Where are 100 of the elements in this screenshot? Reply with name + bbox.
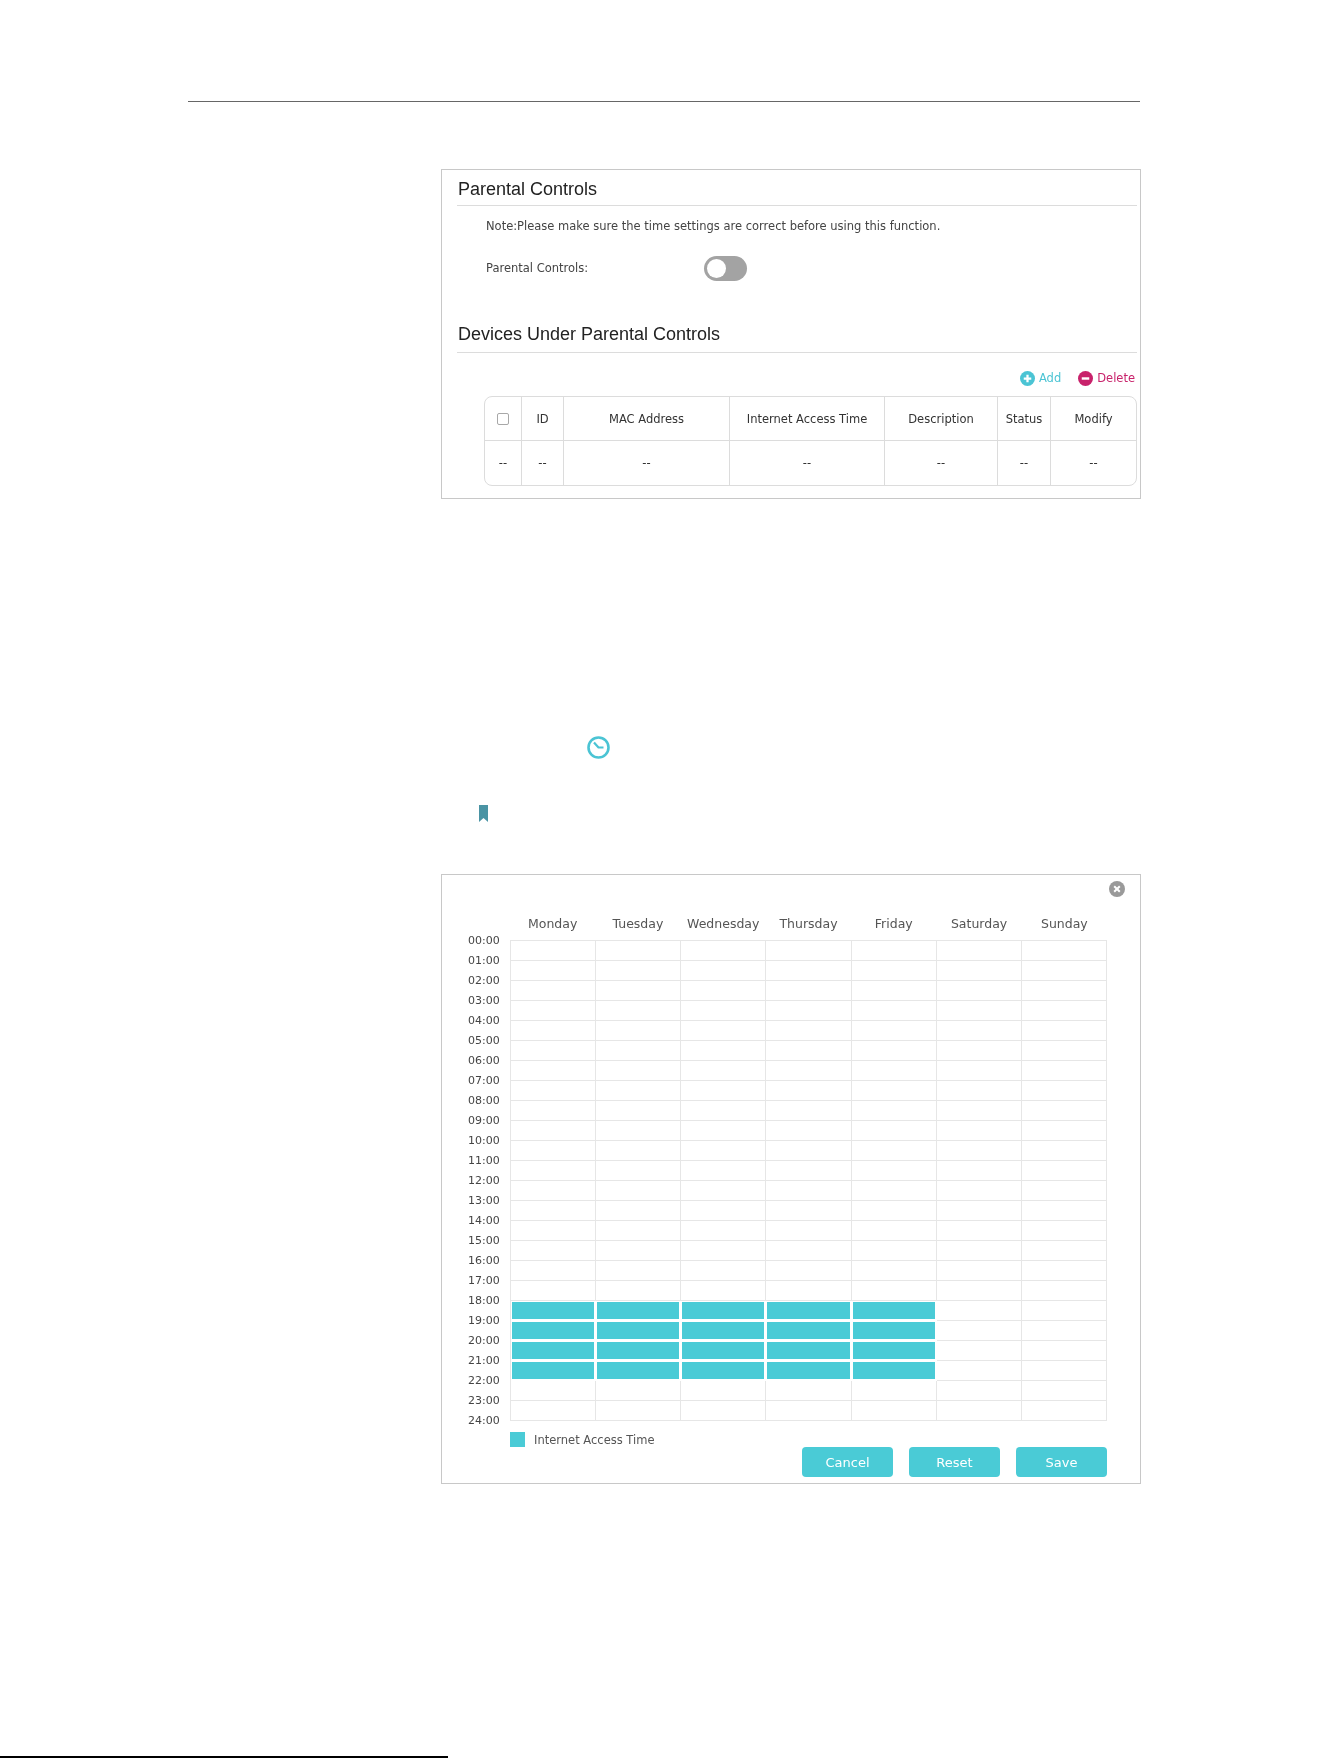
time-slot[interactable] xyxy=(936,1341,1022,1361)
time-slot[interactable] xyxy=(511,1221,597,1241)
time-slot[interactable] xyxy=(596,961,682,981)
time-slot[interactable] xyxy=(596,1121,682,1141)
time-slot[interactable] xyxy=(1021,1201,1107,1221)
time-slot[interactable] xyxy=(851,1081,937,1101)
time-slot[interactable] xyxy=(1021,1401,1107,1421)
checkbox[interactable] xyxy=(497,412,509,425)
time-slot[interactable] xyxy=(766,1121,852,1141)
time-slot[interactable] xyxy=(511,1061,597,1081)
time-slot[interactable] xyxy=(936,1381,1022,1401)
time-slot[interactable] xyxy=(851,1021,937,1041)
time-slot[interactable] xyxy=(681,1221,767,1241)
time-slot[interactable] xyxy=(936,1001,1022,1021)
time-slot[interactable] xyxy=(1021,961,1107,981)
time-slot[interactable] xyxy=(596,1381,682,1401)
time-slot[interactable] xyxy=(596,1141,682,1161)
time-slot[interactable] xyxy=(766,1141,852,1161)
time-slot[interactable] xyxy=(1021,1141,1107,1161)
time-slot[interactable] xyxy=(851,1261,937,1281)
time-slot[interactable] xyxy=(511,1001,597,1021)
time-slot[interactable] xyxy=(596,1261,682,1281)
time-slot[interactable] xyxy=(936,1021,1022,1041)
time-slot[interactable] xyxy=(851,941,937,961)
time-slot[interactable] xyxy=(596,1221,682,1241)
time-slot[interactable] xyxy=(596,1401,682,1421)
time-slot[interactable] xyxy=(1021,1381,1107,1401)
time-slot[interactable] xyxy=(851,981,937,1001)
time-slot[interactable] xyxy=(511,1241,597,1261)
time-slot[interactable] xyxy=(681,1061,767,1081)
time-slot[interactable] xyxy=(766,961,852,981)
time-slot[interactable] xyxy=(596,941,682,961)
toggle-switch[interactable] xyxy=(704,255,747,281)
time-slot[interactable] xyxy=(936,1061,1022,1081)
time-slot[interactable] xyxy=(936,1301,1022,1321)
time-slot[interactable] xyxy=(1021,1301,1107,1321)
time-slot[interactable] xyxy=(681,981,767,1001)
time-slot[interactable] xyxy=(681,961,767,981)
time-slot[interactable] xyxy=(851,1001,937,1021)
time-slot[interactable] xyxy=(936,1361,1022,1381)
time-slot[interactable] xyxy=(596,1281,682,1301)
time-slot[interactable] xyxy=(681,941,767,961)
time-slot[interactable] xyxy=(851,1241,937,1261)
time-slot[interactable] xyxy=(681,1001,767,1021)
time-slot[interactable] xyxy=(681,1121,767,1141)
time-slot[interactable] xyxy=(936,1141,1022,1161)
time-slot[interactable] xyxy=(851,1121,937,1141)
time-slot[interactable] xyxy=(766,1001,852,1021)
time-slot[interactable] xyxy=(1021,1121,1107,1141)
time-slot[interactable] xyxy=(511,1021,597,1041)
time-slot[interactable] xyxy=(596,1241,682,1261)
time-slot[interactable] xyxy=(851,1221,937,1241)
time-slot[interactable] xyxy=(511,961,597,981)
time-slot[interactable] xyxy=(766,1401,852,1421)
time-slot[interactable] xyxy=(766,941,852,961)
time-slot[interactable] xyxy=(1021,1221,1107,1241)
time-slot[interactable] xyxy=(936,1041,1022,1061)
time-slot[interactable] xyxy=(596,1041,682,1061)
time-slot[interactable] xyxy=(1021,1101,1107,1121)
time-slot[interactable] xyxy=(851,1181,937,1201)
time-slot[interactable] xyxy=(936,961,1022,981)
time-slot[interactable] xyxy=(1021,1161,1107,1181)
time-slot[interactable] xyxy=(1021,1081,1107,1101)
time-slot[interactable] xyxy=(851,1041,937,1061)
time-slot[interactable] xyxy=(1021,941,1107,961)
time-slot[interactable] xyxy=(936,1101,1022,1121)
time-slot[interactable] xyxy=(596,981,682,1001)
close-icon[interactable] xyxy=(1109,881,1125,897)
time-slot[interactable] xyxy=(766,1101,852,1121)
time-slot[interactable] xyxy=(766,1221,852,1241)
time-slot[interactable] xyxy=(851,1141,937,1161)
time-slot[interactable] xyxy=(681,1401,767,1421)
time-slot[interactable] xyxy=(936,1201,1022,1221)
time-slot[interactable] xyxy=(766,1261,852,1281)
add-button[interactable]: Add xyxy=(1019,369,1062,387)
time-slot[interactable] xyxy=(766,1061,852,1081)
time-slot[interactable] xyxy=(681,1021,767,1041)
time-slot[interactable] xyxy=(511,1121,597,1141)
time-slot[interactable] xyxy=(511,981,597,1001)
time-slot[interactable] xyxy=(1021,1061,1107,1081)
time-slot[interactable] xyxy=(766,1281,852,1301)
reset-button[interactable]: Reset xyxy=(909,1447,1000,1477)
time-slot[interactable] xyxy=(511,941,597,961)
time-slot[interactable] xyxy=(681,1261,767,1281)
time-slot[interactable] xyxy=(511,1281,597,1301)
time-slot[interactable] xyxy=(1021,1181,1107,1201)
time-slot[interactable] xyxy=(1021,1241,1107,1261)
time-slot[interactable] xyxy=(596,1081,682,1101)
time-slot[interactable] xyxy=(851,1401,937,1421)
time-slot[interactable] xyxy=(766,1041,852,1061)
time-slot[interactable] xyxy=(766,1081,852,1101)
time-slot[interactable] xyxy=(681,1161,767,1181)
time-slot[interactable] xyxy=(851,1281,937,1301)
time-slot[interactable] xyxy=(511,1101,597,1121)
time-slot[interactable] xyxy=(596,1201,682,1221)
time-slot[interactable] xyxy=(1021,1341,1107,1361)
time-slot[interactable] xyxy=(596,1181,682,1201)
time-slot[interactable] xyxy=(511,1141,597,1161)
time-slot[interactable] xyxy=(511,1261,597,1281)
time-slot[interactable] xyxy=(936,1401,1022,1421)
